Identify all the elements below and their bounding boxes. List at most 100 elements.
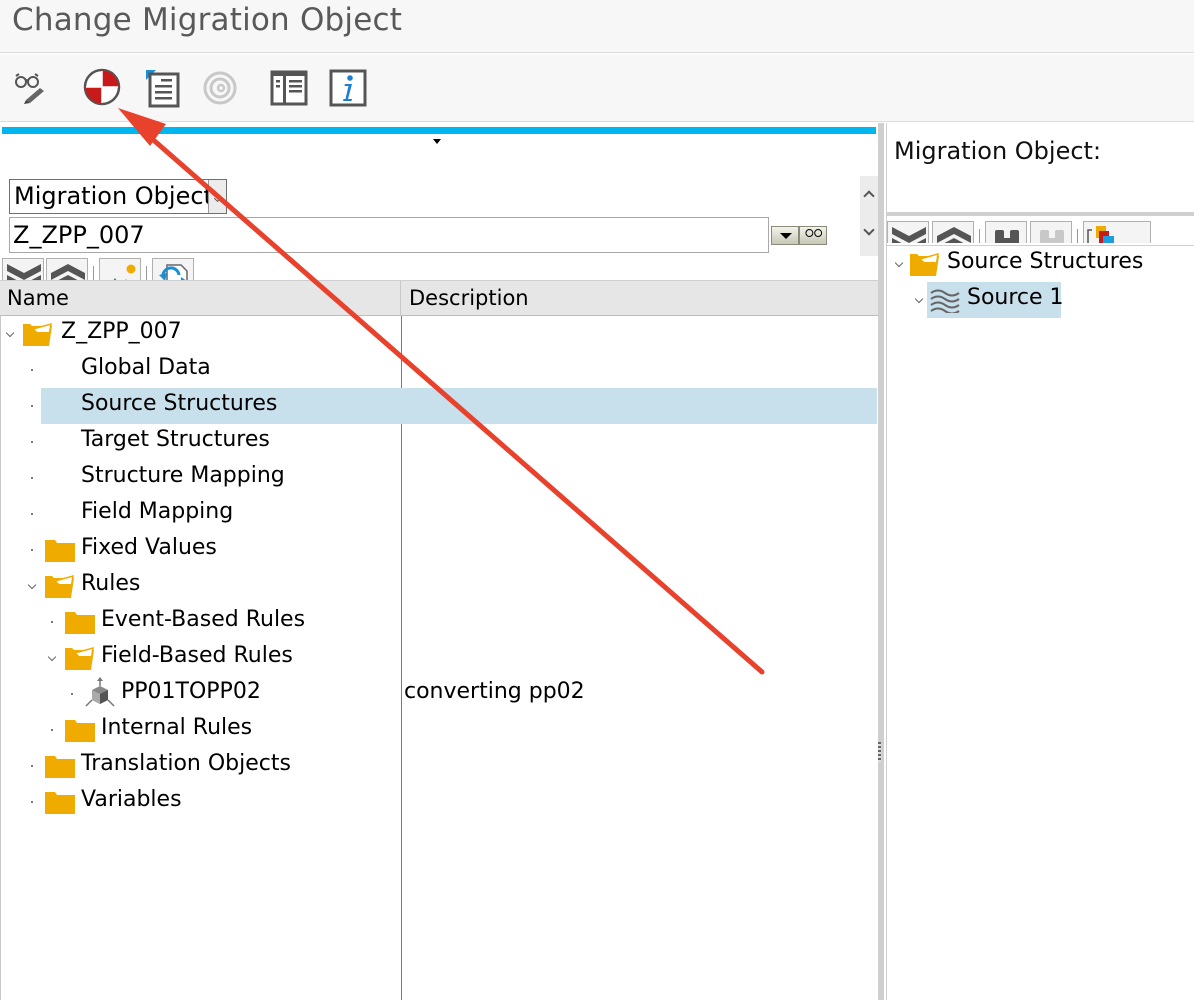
chevron-down-icon[interactable]: [208, 180, 226, 213]
tree-bullet-icon: [48, 722, 58, 736]
migration-object-input[interactable]: [9, 217, 769, 253]
tree-row-label[interactable]: Fixed Values: [81, 535, 217, 560]
tree-row[interactable]: Z_ZPP_007: [0, 316, 878, 352]
expand-chevron-icon[interactable]: [915, 292, 925, 306]
tree-layout-button[interactable]: [269, 68, 309, 108]
detail-tree-row[interactable]: Source 1: [887, 282, 1194, 318]
detail-expand-all-button[interactable]: [887, 221, 929, 243]
tree-bullet-icon: [28, 434, 38, 448]
object-type-select[interactable]: Migration Object: [9, 179, 227, 214]
find-next-icon: [1040, 230, 1064, 243]
detail-tree-row-label[interactable]: Source 1: [967, 285, 1064, 310]
tree-row-label[interactable]: Z_ZPP_007: [61, 319, 182, 344]
collapse-all-icon: [937, 227, 971, 243]
tree-row-label[interactable]: Structure Mapping: [81, 463, 285, 488]
display-change-button[interactable]: [12, 68, 52, 108]
picture-icon: [113, 264, 136, 280]
glasses-icon: ⭘⭘: [805, 227, 823, 240]
information-button[interactable]: [328, 68, 368, 108]
tree-column-header: Name Description: [0, 280, 878, 316]
tree-row[interactable]: PP01TOPP02 converting pp02: [0, 676, 878, 712]
tree-row-label[interactable]: Rules: [81, 571, 140, 596]
scroll-down-icon[interactable]: [863, 224, 875, 236]
check-button[interactable]: [82, 68, 122, 108]
folder-open-icon: [44, 573, 76, 599]
tree-row-label[interactable]: Field Mapping: [81, 499, 233, 524]
tree-row-label[interactable]: Target Structures: [81, 427, 270, 452]
expand-chevron-icon[interactable]: [6, 326, 16, 340]
expand-chevron-icon[interactable]: [895, 256, 905, 270]
detail-tree-row[interactable]: Source Structures: [887, 246, 1194, 282]
glasses-pencil-icon: [15, 73, 44, 104]
find-button[interactable]: [985, 221, 1027, 243]
value-help-dropdown-button[interactable]: [771, 226, 799, 245]
find-icon: [995, 230, 1019, 243]
tree-bullet-icon: [28, 362, 38, 376]
migration-object-label: Migration Object:: [894, 137, 1102, 165]
folder-open-icon: [22, 321, 54, 347]
folder-icon: [64, 609, 96, 635]
picture-button[interactable]: [99, 258, 141, 280]
folder-icon: [44, 789, 76, 815]
tree-row[interactable]: Field-Based Rules: [0, 640, 878, 676]
color-legend-button[interactable]: [1083, 221, 1151, 243]
refresh-button[interactable]: [152, 258, 194, 280]
tree-row[interactable]: Target Structures: [0, 424, 878, 460]
tree-row-label[interactable]: Field-Based Rules: [101, 643, 293, 668]
lifebuoy-icon: [83, 68, 121, 106]
pane-splitter[interactable]: [878, 123, 884, 1000]
expand-chevron-icon[interactable]: [48, 650, 58, 664]
tree-row[interactable]: Variables: [0, 784, 878, 820]
rule-cube-icon: [84, 676, 116, 707]
tree-bullet-icon: [28, 506, 38, 520]
tree-row-label[interactable]: Global Data: [81, 355, 211, 380]
expand-all-icon: [7, 264, 41, 280]
tree-row[interactable]: Internal Rules: [0, 712, 878, 748]
expand-all-button[interactable]: [2, 258, 44, 280]
column-header-name[interactable]: Name: [0, 281, 401, 316]
tree-row[interactable]: Rules: [0, 568, 878, 604]
detail-collapse-all-button[interactable]: [932, 221, 974, 243]
tree-row-label[interactable]: Variables: [81, 787, 182, 812]
tree-row-label[interactable]: Event-Based Rules: [101, 607, 305, 632]
spiral-button: [200, 68, 240, 108]
structure-icon: [929, 287, 961, 315]
expand-chevron-icon[interactable]: [28, 578, 38, 592]
tree-row-label[interactable]: Source Structures: [81, 391, 277, 416]
document-button[interactable]: [144, 68, 184, 108]
migration-object-field[interactable]: [10, 218, 768, 252]
display-object-button[interactable]: ⭘⭘: [799, 226, 827, 245]
tree-row-label[interactable]: Translation Objects: [81, 751, 291, 776]
pane-header-bar: [2, 127, 876, 134]
column-header-description[interactable]: Description: [402, 281, 878, 316]
collapse-all-button[interactable]: [46, 258, 88, 280]
vertical-scrollbar[interactable]: [860, 176, 878, 256]
tree-bullet-icon: [68, 686, 78, 700]
expand-all-icon: [892, 227, 926, 243]
tree-bullet-icon: [28, 794, 38, 808]
tree-row[interactable]: Fixed Values: [0, 532, 878, 568]
color-legend-icon: [1087, 226, 1114, 243]
tree-row[interactable]: Structure Mapping: [0, 460, 878, 496]
document-icon: [146, 70, 180, 108]
title-bar: Change Migration Object: [0, 0, 1194, 53]
tree-row[interactable]: Global Data: [0, 352, 878, 388]
page-title: Change Migration Object: [12, 2, 403, 38]
spiral-icon: [203, 71, 237, 105]
folder-icon: [44, 753, 76, 779]
splitter-grip-icon[interactable]: [878, 742, 881, 762]
caret-down-icon[interactable]: [433, 139, 441, 144]
tree-row-label[interactable]: Internal Rules: [101, 715, 252, 740]
detail-tree: Source Structures Source 1: [887, 245, 1194, 1000]
tree-row[interactable]: Source Structures: [0, 388, 878, 424]
scroll-up-icon[interactable]: [863, 190, 875, 202]
folder-icon: [44, 537, 76, 563]
layout-panel-icon: [270, 70, 308, 106]
tree-row[interactable]: Field Mapping: [0, 496, 878, 532]
tree-row-label[interactable]: PP01TOPP02: [121, 679, 261, 704]
tree-row[interactable]: Translation Objects: [0, 748, 878, 784]
application-toolbar: [0, 54, 1194, 122]
detail-tree-row-label[interactable]: Source Structures: [947, 249, 1143, 274]
tree-row[interactable]: Event-Based Rules: [0, 604, 878, 640]
info-icon: [329, 69, 367, 107]
